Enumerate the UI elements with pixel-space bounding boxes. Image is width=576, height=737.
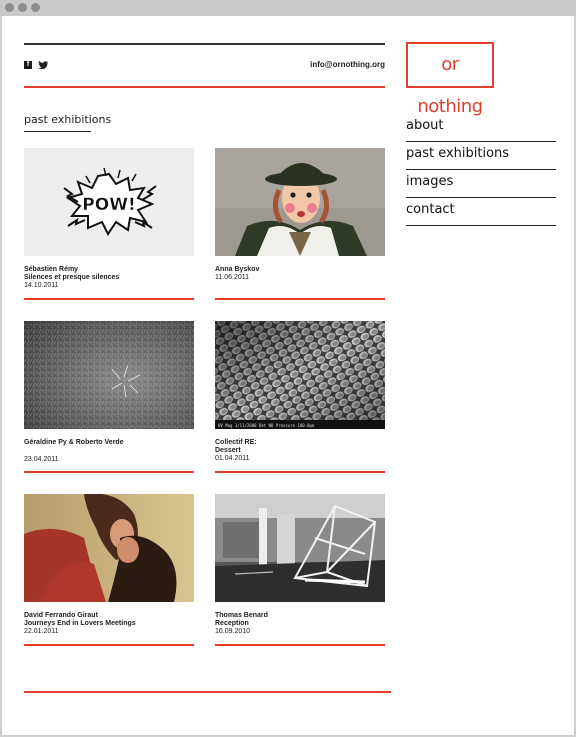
- exhibition-card[interactable]: Anna Byskov 11.06.2011: [215, 148, 385, 304]
- exhibition-card[interactable]: David Ferrando Giraut Journeys End in Lo…: [24, 494, 194, 650]
- header-red-rule: [24, 86, 385, 88]
- exhibition-date: 01.04.2011: [215, 455, 250, 462]
- exhibition-artist[interactable]: Sébastien Rémy: [24, 266, 78, 273]
- exhibition-date: 11.06.2011: [215, 274, 249, 281]
- exhibition-card[interactable]: Géraldine Py & Roberto Verde 23.04.2011: [24, 321, 194, 477]
- section-title: past exhibitions: [24, 113, 112, 126]
- exhibition-artist[interactable]: Anna Byskov: [215, 266, 259, 273]
- exhibition-date: 14.10.2011: [24, 282, 59, 289]
- nav-item-images[interactable]: images: [406, 170, 556, 198]
- window-minimize-dot[interactable]: [18, 3, 27, 12]
- exhibition-date: 23.04.2011: [24, 456, 59, 463]
- microscope-caption: HV Mag 1/11/2008 Det WD Pressure 100.0μm: [218, 423, 315, 428]
- exhibition-thumbnail-pow[interactable]: POW!: [24, 148, 194, 256]
- exhibition-thumbnail-microscope[interactable]: HV Mag 1/11/2008 Det WD Pressure 100.0μm: [215, 321, 385, 429]
- twitter-icon[interactable]: [38, 61, 48, 69]
- exhibition-date: 22.01.2011: [24, 628, 59, 635]
- exhibition-thumbnail-portrait[interactable]: [215, 148, 385, 256]
- site-logo[interactable]: or nothing: [406, 42, 494, 117]
- email-link[interactable]: info@ornothing.org: [242, 60, 385, 69]
- exhibition-thumbnail-installation[interactable]: [215, 494, 385, 602]
- card-red-rule: [24, 644, 194, 646]
- exhibition-artist[interactable]: David Ferrando Giraut: [24, 612, 98, 619]
- header-top-rule: [24, 43, 385, 45]
- exhibition-title[interactable]: Silences et presque silences: [24, 274, 119, 281]
- exhibition-thumbnail-iron-filings[interactable]: [24, 321, 194, 429]
- nav-item-about[interactable]: about: [406, 114, 556, 142]
- card-red-rule: [215, 298, 385, 300]
- card-red-rule: [24, 471, 194, 473]
- footer-red-rule: [24, 691, 391, 693]
- exhibition-artist[interactable]: Thomas Benard: [215, 612, 268, 619]
- window-maximize-dot[interactable]: [31, 3, 40, 12]
- exhibition-card[interactable]: HV Mag 1/11/2008 Det WD Pressure 100.0μm…: [215, 321, 385, 477]
- facebook-icon[interactable]: f: [24, 61, 32, 69]
- browser-chrome: [0, 0, 576, 16]
- exhibition-card[interactable]: POW! Sébastien Rémy Silences et presque …: [24, 148, 194, 304]
- section-title-underline: [24, 131, 91, 132]
- exhibition-title[interactable]: Dessert: [215, 447, 241, 454]
- card-red-rule: [24, 298, 194, 300]
- page: f info@ornothing.org or nothing about pa…: [2, 16, 574, 735]
- window-close-dot[interactable]: [5, 3, 14, 12]
- nav-item-past-exhibitions[interactable]: past exhibitions: [406, 142, 556, 170]
- nav-item-contact[interactable]: contact: [406, 198, 556, 226]
- exhibition-title[interactable]: Journeys End in Lovers Meetings: [24, 620, 136, 627]
- exhibition-date: 16.09.2010: [215, 628, 251, 635]
- exhibition-artist[interactable]: Collectif RE:: [215, 439, 257, 446]
- exhibition-title[interactable]: Reception: [215, 620, 249, 627]
- main-nav: about past exhibitions images contact: [406, 114, 556, 226]
- exhibition-artist[interactable]: Géraldine Py & Roberto Verde: [24, 439, 124, 446]
- pow-text: POW!: [82, 195, 135, 215]
- exhibition-card[interactable]: Thomas Benard Reception 16.09.2010: [215, 494, 385, 650]
- card-red-rule: [215, 471, 385, 473]
- exhibition-thumbnail-kiss[interactable]: [24, 494, 194, 602]
- card-red-rule: [215, 644, 385, 646]
